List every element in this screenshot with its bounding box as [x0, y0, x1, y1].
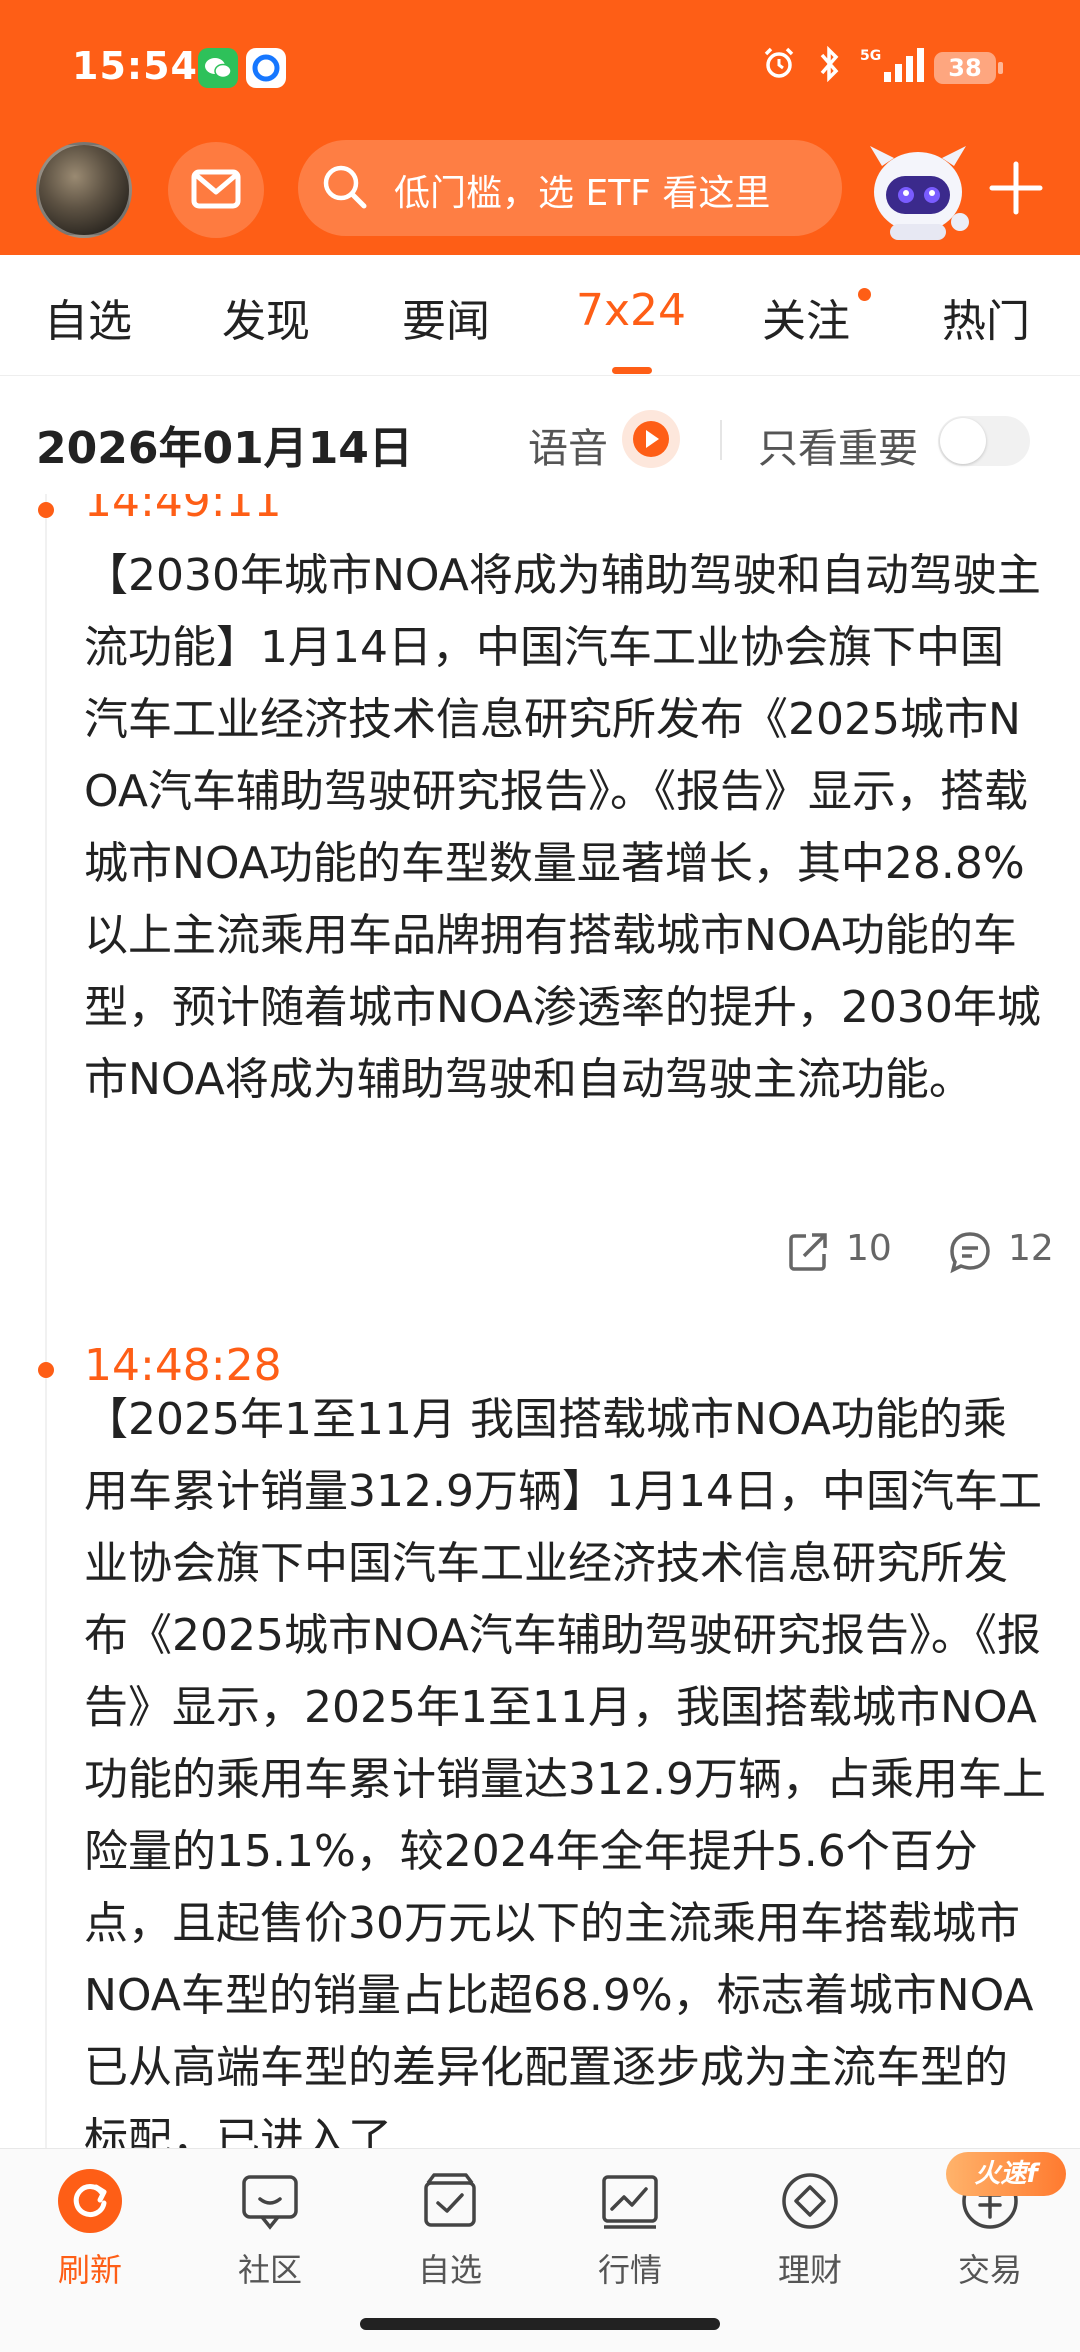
- nav-label: 交易: [957, 2251, 1022, 2289]
- home-indicator[interactable]: [360, 2318, 720, 2330]
- market-icon: [602, 2175, 658, 2229]
- nav-watchlist[interactable]: 自选: [360, 2149, 540, 2305]
- add-icon[interactable]: [986, 158, 1046, 218]
- alarm-icon: [764, 47, 794, 78]
- tab-discover[interactable]: 发现: [222, 285, 310, 349]
- mail-icon: [191, 169, 241, 209]
- toggle-knob: [940, 418, 986, 464]
- search-placeholder: 低门槛，选 ETF 看这里: [394, 173, 771, 214]
- status-bar: 15:54 5G 38: [0, 0, 1080, 130]
- battery-level: 38: [934, 52, 996, 84]
- tab-headlines[interactable]: 要闻: [402, 285, 490, 349]
- nav-refresh[interactable]: 刷新: [0, 2149, 180, 2305]
- timeline-dot: [38, 502, 54, 518]
- nav-wealth[interactable]: 理财: [720, 2149, 900, 2305]
- wechat-icon: [198, 48, 238, 88]
- wealth-icon: [782, 2173, 838, 2229]
- voice-play-button[interactable]: [622, 410, 680, 468]
- active-tab-indicator: [612, 367, 652, 374]
- new-content-dot: [858, 288, 871, 301]
- mail-button[interactable]: [168, 142, 264, 238]
- tab-following[interactable]: 关注: [762, 285, 850, 349]
- tab-7x24[interactable]: 7x24: [576, 285, 686, 336]
- status-time: 15:54: [72, 44, 198, 88]
- news-body: 【2025年1至11月 我国搭载城市NOA功能的乘用车累计销量312.9万辆】1…: [84, 1394, 1046, 2148]
- voice-label[interactable]: 语音: [528, 416, 608, 474]
- search-input[interactable]: 低门槛，选 ETF 看这里: [298, 140, 842, 236]
- channel-tabs: 自选 发现 要闻 7x24 关注 热门: [0, 255, 1080, 376]
- tab-hot[interactable]: 热门: [942, 285, 1030, 349]
- nav-market[interactable]: 行情: [540, 2149, 720, 2305]
- avatar[interactable]: [36, 142, 132, 238]
- share-count: 10: [846, 1228, 892, 1269]
- date-filter-bar: 2026年01月14日 语音 只看重要: [0, 376, 1080, 494]
- refresh-icon: [58, 2169, 122, 2233]
- comment-count: 12: [1008, 1228, 1054, 1269]
- nav-label: 社区: [237, 2251, 302, 2289]
- share-icon: [789, 1233, 827, 1271]
- timeline-line: [45, 494, 47, 2148]
- robot-mascot-icon[interactable]: [860, 132, 976, 244]
- watchlist-icon: [424, 2173, 476, 2227]
- timeline-dot: [38, 1362, 54, 1378]
- filter-divider: [720, 420, 722, 460]
- news-body: 【2030年城市NOA将成为辅助驾驶和自动驾驶主流功能】1月14日，中国汽车工业…: [84, 550, 1041, 1105]
- speed-badge[interactable]: 火速f: [946, 2152, 1066, 2196]
- comment-icon: [950, 1232, 990, 1274]
- important-only-label: 只看重要: [758, 426, 918, 472]
- bottom-navigation: 刷新 社区 自选 行情 理财 交易: [0, 2148, 1080, 2305]
- search-icon: [323, 165, 367, 209]
- svg-text:5G: 5G: [860, 48, 881, 64]
- signal-5g-icon: 5G: [860, 48, 924, 82]
- tab-watchlist[interactable]: 自选: [44, 285, 132, 349]
- nav-community[interactable]: 社区: [180, 2149, 360, 2305]
- nav-label: 行情: [597, 2251, 662, 2289]
- messenger-app-icon: [246, 48, 286, 88]
- play-icon: [633, 421, 669, 457]
- bluetooth-icon: [820, 46, 839, 82]
- battery-tip: [998, 62, 1003, 74]
- nav-label: 理财: [777, 2251, 842, 2289]
- nav-label: 自选: [417, 2251, 482, 2289]
- news-time: 14:49:11: [84, 494, 282, 527]
- app-header: 15:54 5G 38 低门槛，选 ETF 看这里: [0, 0, 1080, 255]
- community-icon: [242, 2175, 298, 2230]
- feed-date: 2026年01月14日: [36, 423, 413, 474]
- nav-label: 刷新: [57, 2251, 122, 2289]
- important-only-toggle[interactable]: [938, 416, 1030, 466]
- news-actions: 10 12: [0, 1224, 1080, 1274]
- news-feed[interactable]: 14:49:11 【2030年城市NOA将成为辅助驾驶和自动驾驶主流功能】1月1…: [0, 494, 1080, 2148]
